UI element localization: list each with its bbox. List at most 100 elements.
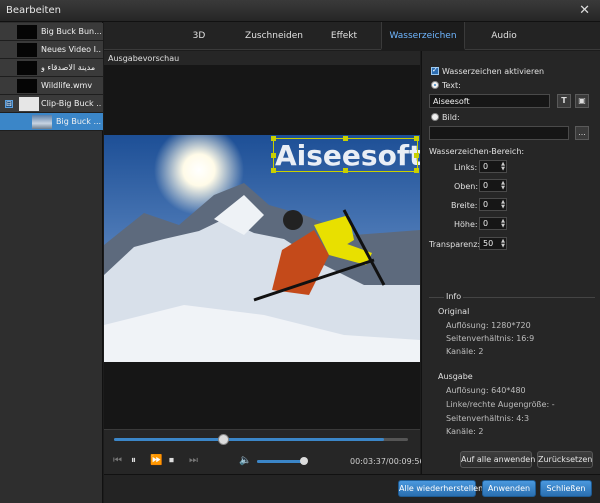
info-line: Kanäle: 2 (446, 427, 484, 436)
video-frame: Aiseesoft (104, 135, 420, 362)
video-thumbnail (17, 61, 37, 75)
info-line: Auflösung: 640*480 (446, 386, 526, 395)
volume-level (257, 460, 304, 463)
bottom-bar: Alle wiederherstellen Anwenden Schließen (104, 474, 600, 503)
close-button[interactable]: Schließen (540, 480, 592, 497)
decrement-icon[interactable]: ▼ (501, 186, 505, 191)
window-title: Bearbeiten (6, 5, 61, 16)
image-radio[interactable] (431, 113, 439, 121)
original-title: Original (438, 307, 470, 316)
skip-back-icon[interactable]: ⏮ (113, 455, 122, 466)
restore-all-button[interactable]: Alle wiederherstellen (398, 480, 483, 497)
text-color-icon[interactable]: ▣ (575, 94, 589, 108)
info-line: Linke/rechte Augengröße: - (446, 400, 555, 409)
tab-wasserzeichen[interactable]: Wasserzeichen (381, 22, 465, 50)
close-icon[interactable]: ✕ (579, 3, 590, 18)
file-list: Big Buck Bun... Neues Video I... مدينة ا… (0, 22, 103, 503)
transparency-value: 50 (483, 239, 494, 248)
font-icon[interactable]: T (557, 94, 571, 108)
decrement-icon[interactable]: ▼ (501, 224, 505, 229)
list-item[interactable]: Neues Video I... (0, 41, 103, 59)
left-value: 0 (483, 162, 489, 171)
seek-progress (114, 438, 385, 441)
list-item[interactable]: Big Buck Bun... (0, 23, 103, 41)
pause-icon[interactable]: ⏸ (131, 455, 136, 466)
width-value: 0 (483, 200, 489, 209)
time-display: 00:03:37/00:09:56 (350, 457, 425, 466)
image-path-input[interactable] (429, 126, 569, 140)
list-item-group[interactable]: ⊟ Clip-Big Buck ... (0, 95, 103, 113)
area-label: Wasserzeichen-Bereich: (429, 147, 525, 156)
volume-handle[interactable] (299, 457, 308, 465)
resize-handle[interactable] (271, 136, 276, 141)
resize-handle[interactable] (271, 168, 276, 173)
tab-bar: 3D Zuschneiden Effekt Wasserzeichen Audi… (104, 22, 600, 50)
resize-handle[interactable] (414, 168, 419, 173)
browse-button[interactable]: ... (575, 126, 589, 140)
video-thumbnail (17, 25, 37, 39)
tab-zuschneiden[interactable]: Zuschneiden (239, 22, 309, 50)
list-item[interactable]: مدينة الاصدقاء و (0, 59, 103, 77)
resize-handle[interactable] (343, 168, 348, 173)
left-spinbox[interactable]: 0 ▲ ▼ (479, 160, 507, 173)
image-label: Bild: (442, 113, 460, 122)
resize-handle[interactable] (271, 153, 276, 158)
skip-end-icon[interactable]: ⏭ (189, 455, 198, 466)
decrement-icon[interactable]: ▼ (501, 205, 505, 210)
text-radio[interactable] (431, 81, 439, 89)
width-label: Breite: (451, 201, 478, 210)
info-line: Seitenverhältnis: 16:9 (446, 334, 535, 343)
apply-button[interactable]: Anwenden (482, 480, 536, 497)
transparency-label: Transparenz: (429, 240, 481, 249)
transparency-spinbox[interactable]: 50 ▲ ▼ (479, 237, 507, 250)
fast-forward-icon[interactable]: ⏩ (150, 455, 162, 466)
resize-handle[interactable] (343, 136, 348, 141)
enable-watermark-label: Wasserzeichen aktivieren (442, 67, 545, 76)
file-name: Neues Video I... (41, 45, 101, 54)
tab-3d[interactable]: 3D (174, 22, 224, 50)
file-name: Big Buck ... (56, 117, 101, 126)
title-bar: Bearbeiten ✕ (0, 0, 600, 22)
volume-slider[interactable] (257, 457, 308, 465)
output-title: Ausgabe (438, 372, 473, 381)
width-spinbox[interactable]: 0 ▲ ▼ (479, 198, 507, 211)
volume-icon[interactable]: 🔈 (239, 455, 251, 466)
left-label: Links: (454, 163, 478, 172)
info-line: Seitenverhältnis: 4:3 (446, 414, 530, 423)
file-name: Wildlife.wmv (41, 81, 93, 90)
file-name: Clip-Big Buck ... (41, 99, 101, 108)
preview-area: Aiseesoft (104, 65, 420, 429)
video-thumbnail (32, 115, 52, 129)
height-label: Höhe: (454, 220, 478, 229)
list-item[interactable]: Wildlife.wmv (0, 77, 103, 95)
top-spinbox[interactable]: 0 ▲ ▼ (479, 179, 507, 192)
resize-handle[interactable] (414, 153, 419, 158)
enable-watermark-checkbox[interactable] (431, 66, 439, 75)
apply-all-button[interactable]: Auf alle anwenden (460, 451, 535, 468)
seek-bar[interactable] (114, 434, 408, 445)
decrement-icon[interactable]: ▼ (501, 167, 505, 172)
info-line: Kanäle: 2 (446, 347, 484, 356)
info-title: Info (444, 292, 464, 301)
stop-icon[interactable]: ⏹ (169, 455, 174, 466)
tab-effekt[interactable]: Effekt (319, 22, 369, 50)
file-name: مدينة الاصدقاء و (41, 63, 96, 72)
seek-handle[interactable] (217, 434, 229, 445)
player-controls: ⏮ ⏸ ⏩ ⏹ ⏭ 🔈 00:03:37/00:09:56 (104, 429, 425, 474)
watermark-panel: Wasserzeichen aktivieren Text: Aiseesoft… (421, 51, 600, 474)
height-value: 0 (483, 219, 489, 228)
preview-label: Ausgabevorschau (104, 51, 420, 65)
watermark-selection-box[interactable] (271, 136, 419, 173)
file-name: Big Buck Bun... (41, 27, 101, 36)
height-spinbox[interactable]: 0 ▲ ▼ (479, 217, 507, 230)
decrement-icon[interactable]: ▼ (501, 244, 505, 249)
tab-audio[interactable]: Audio (479, 22, 529, 50)
list-item-selected[interactable]: Big Buck ... (0, 113, 103, 131)
video-thumbnail (17, 43, 37, 57)
watermark-text-input[interactable]: Aiseesoft (429, 94, 550, 108)
video-thumbnail (17, 79, 37, 93)
collapse-icon[interactable]: ⊟ (5, 100, 13, 108)
resize-handle[interactable] (414, 136, 419, 141)
reset-button[interactable]: Zurücksetzen (537, 451, 593, 468)
clip-thumbnail (19, 97, 39, 111)
